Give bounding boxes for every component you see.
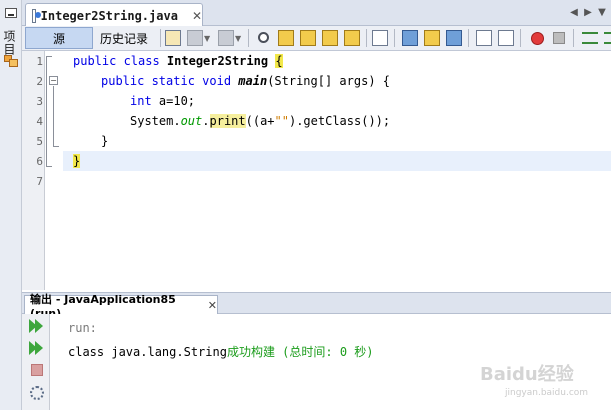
line-number: 5 [36,135,43,148]
line-number-gutter: 1 2 3 4 5 6 7 [22,51,45,290]
projects-icon[interactable] [4,55,18,67]
line-number: 1 [36,55,43,68]
rerun-with-args-icon[interactable] [29,340,45,356]
baidu-watermark: Baidu经验 [480,364,574,385]
side-panel: 项目 [0,0,22,410]
editor-toolbar: 源 历史记录 ▼ ▼ [22,26,611,51]
shift-left-icon[interactable] [476,30,492,46]
code-editor[interactable]: public class Integer2String { public sta… [63,51,611,290]
scroll-right-icon[interactable]: ▶ [581,6,595,20]
toggle-bookmark-icon[interactable] [446,30,462,46]
code-line-1: public class Integer2String { [73,54,283,68]
find-icon[interactable] [258,32,269,43]
toggle-highlight-icon[interactable] [344,30,360,46]
shift-right-icon[interactable] [498,30,514,46]
tab-list-icon[interactable]: ▼ [595,6,609,20]
java-file-icon [32,8,41,23]
baidu-watermark-url: jingyan.baidu.com [505,388,589,398]
minimize-icon[interactable] [5,8,17,18]
comment-icon[interactable] [582,32,598,44]
stop-icon[interactable] [31,364,43,376]
output-tab[interactable]: 输出 - JavaApplication85 (run) ✕ [24,293,218,320]
source-view-tab[interactable]: 源 [25,27,93,49]
editor-tab-row: Integer2String.java ✕ ◀ ▶ ▼ [22,0,611,27]
previous-bookmark-icon[interactable] [402,30,418,46]
code-line-5: } [101,134,109,148]
scroll-left-icon[interactable]: ◀ [567,6,581,20]
code-line-2: public static void main(String[] args) { [101,74,391,88]
find-previous-icon[interactable] [278,30,294,46]
rerun-icon[interactable] [29,318,45,334]
code-line-4: System.out.print((a+"").getClass()); [130,114,391,128]
back-icon[interactable] [187,30,203,46]
line-number: 6 [36,155,43,168]
projects-panel-label[interactable]: 项目 [2,30,18,56]
find-selection-icon[interactable] [322,30,338,46]
start-macro-icon[interactable] [531,32,544,45]
settings-icon[interactable] [30,386,44,400]
code-line-3: int a=10; [130,94,196,108]
output-result-line: class java.lang.String成功构建 (总时间: 0 秒) [68,345,374,359]
next-bookmark-icon[interactable] [424,30,440,46]
find-next-icon[interactable] [300,30,316,46]
stop-macro-icon[interactable] [553,32,565,44]
output-run-line: run: [68,321,97,335]
tab-close-icon[interactable]: ✕ [192,9,202,23]
line-number: 2 [36,75,43,88]
fold-column: − [45,51,63,290]
code-line-6: } [73,154,81,168]
output-close-icon[interactable]: ✕ [208,299,217,312]
current-line-highlight [63,151,611,171]
output-toolbar [22,314,50,410]
line-number: 3 [36,95,43,108]
forward-icon[interactable] [218,30,234,46]
history-view-tab[interactable]: 历史记录 [94,27,154,49]
fold-collapse-icon[interactable]: − [49,76,58,85]
line-number: 4 [36,115,43,128]
uncomment-icon[interactable] [604,32,611,44]
editor-tab-integer2string[interactable]: Integer2String.java ✕ [25,3,203,27]
line-number: 7 [36,175,43,188]
last-edit-icon[interactable] [165,30,181,46]
output-panel-header: 输出 - JavaApplication85 (run) ✕ [22,292,611,320]
editor-tab-title: Integer2String.java [40,8,178,23]
toggle-selection-icon[interactable] [372,30,388,46]
